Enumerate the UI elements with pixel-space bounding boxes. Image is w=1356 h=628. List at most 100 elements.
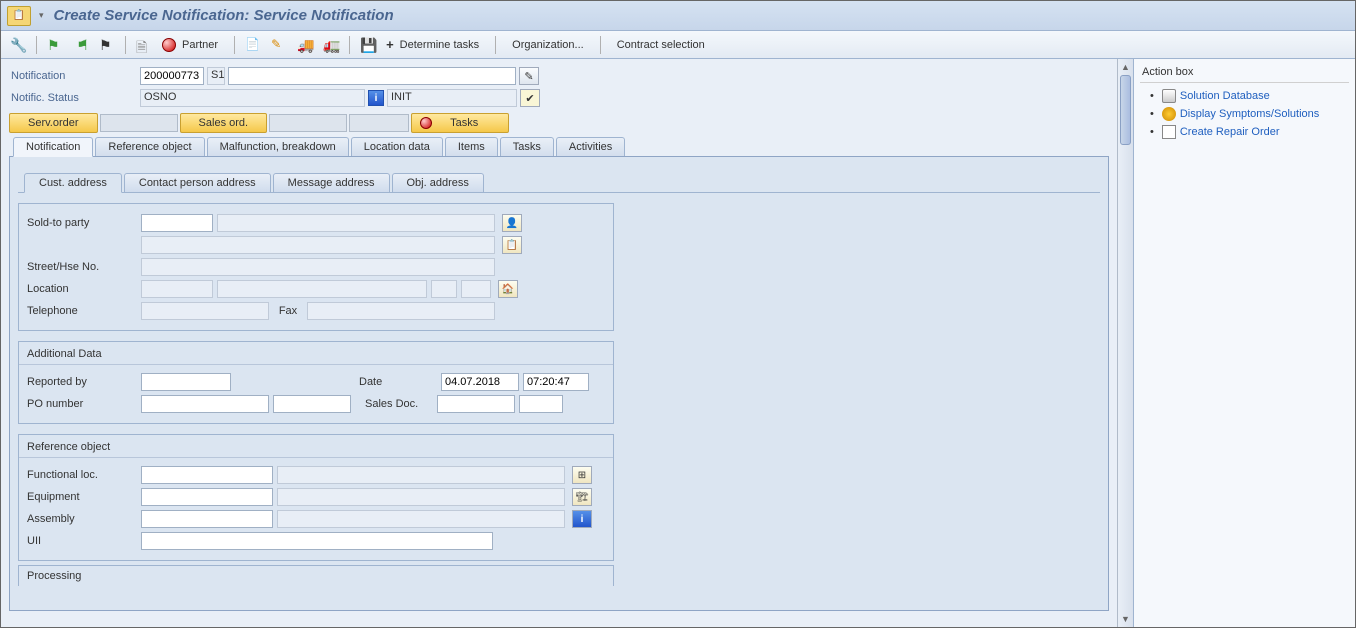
date-label: Date xyxy=(359,376,437,388)
func-loc-struct-icon[interactable]: ⊞ xyxy=(572,466,592,484)
postcode-display xyxy=(141,280,213,298)
symptom-icon xyxy=(1162,107,1176,121)
tasks-button[interactable]: Tasks xyxy=(411,113,509,133)
address-details-icon[interactable]: 📋 xyxy=(502,236,522,254)
notification-desc-input[interactable] xyxy=(228,67,516,85)
database-icon xyxy=(1162,89,1176,103)
tool-wrench-icon[interactable]: 🔧 xyxy=(7,35,29,55)
equipment-input[interactable] xyxy=(141,488,273,506)
partner-search-icon[interactable]: 👤 xyxy=(502,214,522,232)
func-loc-input[interactable] xyxy=(141,466,273,484)
scroll-up-icon[interactable]: ▲ xyxy=(1118,59,1133,75)
edit-icon[interactable]: ✎ xyxy=(268,35,290,55)
vertical-scrollbar[interactable]: ▲ ▼ xyxy=(1117,59,1133,627)
sales-order-item-field xyxy=(349,114,409,132)
action-box-title: Action box xyxy=(1140,62,1349,83)
time-input[interactable] xyxy=(523,373,589,391)
scroll-thumb[interactable] xyxy=(1120,75,1131,145)
main-tabstrip: Notification Reference object Malfunctio… xyxy=(9,137,1109,157)
date-input[interactable] xyxy=(441,373,519,391)
assembly-info-icon[interactable]: i xyxy=(572,510,592,528)
sales-doc-input[interactable] xyxy=(437,395,515,413)
region-display xyxy=(461,280,491,298)
assembly-input[interactable] xyxy=(141,510,273,528)
po-item-input[interactable] xyxy=(273,395,351,413)
city-display xyxy=(217,280,427,298)
save-icon[interactable]: 💾 xyxy=(357,35,379,55)
status-info-icon[interactable]: i xyxy=(368,90,384,106)
processing-group-title: Processing xyxy=(18,565,614,586)
sales-order-field xyxy=(269,114,347,132)
tab-cust-address[interactable]: Cust. address xyxy=(24,173,122,193)
sold-to-party-input[interactable] xyxy=(141,214,213,232)
flag-next-icon[interactable]: ⚑ xyxy=(44,35,66,55)
address-more-icon[interactable]: 🏠 xyxy=(498,280,518,298)
sales-order-button[interactable]: Sales ord. xyxy=(180,113,268,133)
status-check-icon[interactable]: ✔ xyxy=(520,89,540,107)
street-label: Street/Hse No. xyxy=(27,261,137,273)
sales-doc-item-input[interactable] xyxy=(519,395,563,413)
reference-object-title: Reference object xyxy=(19,441,613,458)
application-toolbar: 🔧 ⚑ ⚑ ⚑ 🗎 Partner 📄 ✎ 🚚 🚛 💾 +Determine t… xyxy=(1,31,1355,59)
long-text-icon[interactable]: ✎ xyxy=(519,67,539,85)
tab-obj-address[interactable]: Obj. address xyxy=(392,173,484,192)
cust-address-group: Sold-to party 👤 📋 Street/Hse No. xyxy=(18,203,614,331)
contract-selection-button[interactable]: Contract selection xyxy=(608,35,714,55)
document-icon xyxy=(1162,125,1176,139)
telephone-label: Telephone xyxy=(27,305,137,317)
flag-prev-icon[interactable]: ⚑ xyxy=(70,35,92,55)
action-create-repair-order[interactable]: Create Repair Order xyxy=(1140,123,1349,141)
serv-order-button[interactable]: Serv.order xyxy=(9,113,98,133)
determine-tasks-button[interactable]: +Determine tasks xyxy=(383,35,488,55)
scroll-down-icon[interactable]: ▼ xyxy=(1118,611,1133,627)
address-tabstrip: Cust. address Contact person address Mes… xyxy=(18,173,1100,193)
notif-status-display: OSNO xyxy=(140,89,365,107)
truck1-icon[interactable]: 🚚 xyxy=(294,35,316,55)
tab-activities[interactable]: Activities xyxy=(556,137,625,156)
tab-notification[interactable]: Notification xyxy=(13,137,93,157)
assembly-desc-display xyxy=(277,510,565,528)
notif-status-label: Notific. Status xyxy=(9,92,137,104)
action-solution-database[interactable]: Solution Database xyxy=(1140,87,1349,105)
po-number-label: PO number xyxy=(27,398,137,410)
equipment-label: Equipment xyxy=(27,491,137,503)
tab-malfunction[interactable]: Malfunction, breakdown xyxy=(207,137,349,156)
organization-button[interactable]: Organization... xyxy=(503,35,593,55)
page-title: Create Service Notification: Service Not… xyxy=(54,7,394,24)
func-loc-label: Functional loc. xyxy=(27,469,137,481)
note-icon[interactable]: 📄 xyxy=(242,35,264,55)
reported-by-input[interactable] xyxy=(141,373,231,391)
action-box: Action box Solution Database Display Sym… xyxy=(1133,59,1355,627)
equipment-desc-display xyxy=(277,488,565,506)
tab-location-data[interactable]: Location data xyxy=(351,137,443,156)
tab-tasks[interactable]: Tasks xyxy=(500,137,554,156)
tab-items[interactable]: Items xyxy=(445,137,498,156)
app-icon[interactable]: 📋 xyxy=(7,6,31,26)
truck2-icon[interactable]: 🚛 xyxy=(320,35,342,55)
reported-by-label: Reported by xyxy=(27,376,137,388)
assembly-label: Assembly xyxy=(27,513,137,525)
po-number-input[interactable] xyxy=(141,395,269,413)
tab-message-address[interactable]: Message address xyxy=(273,173,390,192)
notification-number-input[interactable] xyxy=(140,67,204,85)
tab-content: Cust. address Contact person address Mes… xyxy=(9,157,1109,611)
menu-dropdown-icon[interactable]: ▾ xyxy=(39,10,44,21)
partner-button[interactable]: Partner xyxy=(159,35,227,55)
serv-order-field xyxy=(100,114,178,132)
action-display-symptoms[interactable]: Display Symptoms/Solutions xyxy=(1140,105,1349,123)
reference-object-group: Reference object Functional loc. ⊞ Equip… xyxy=(18,434,614,561)
uii-input[interactable] xyxy=(141,532,493,550)
fax-label: Fax xyxy=(273,305,303,317)
tab-reference-object[interactable]: Reference object xyxy=(95,137,204,156)
flag-black-icon[interactable]: ⚑ xyxy=(96,35,118,55)
notif-status2-display: INIT xyxy=(387,89,517,107)
tab-contact-person[interactable]: Contact person address xyxy=(124,173,271,192)
telephone-display xyxy=(141,302,269,320)
location-label: Location xyxy=(27,283,137,295)
additional-data-group: Additional Data Reported by Date PO numb… xyxy=(18,341,614,424)
sales-doc-label: Sales Doc. xyxy=(355,398,433,410)
document-icon[interactable]: 🗎 xyxy=(133,35,155,55)
sold-to-party-name-display xyxy=(217,214,495,232)
equipment-struct-icon[interactable]: 🏗 xyxy=(572,488,592,506)
header-fields: Notification S1 ✎ Notific. Status OSNO i… xyxy=(9,65,1109,109)
